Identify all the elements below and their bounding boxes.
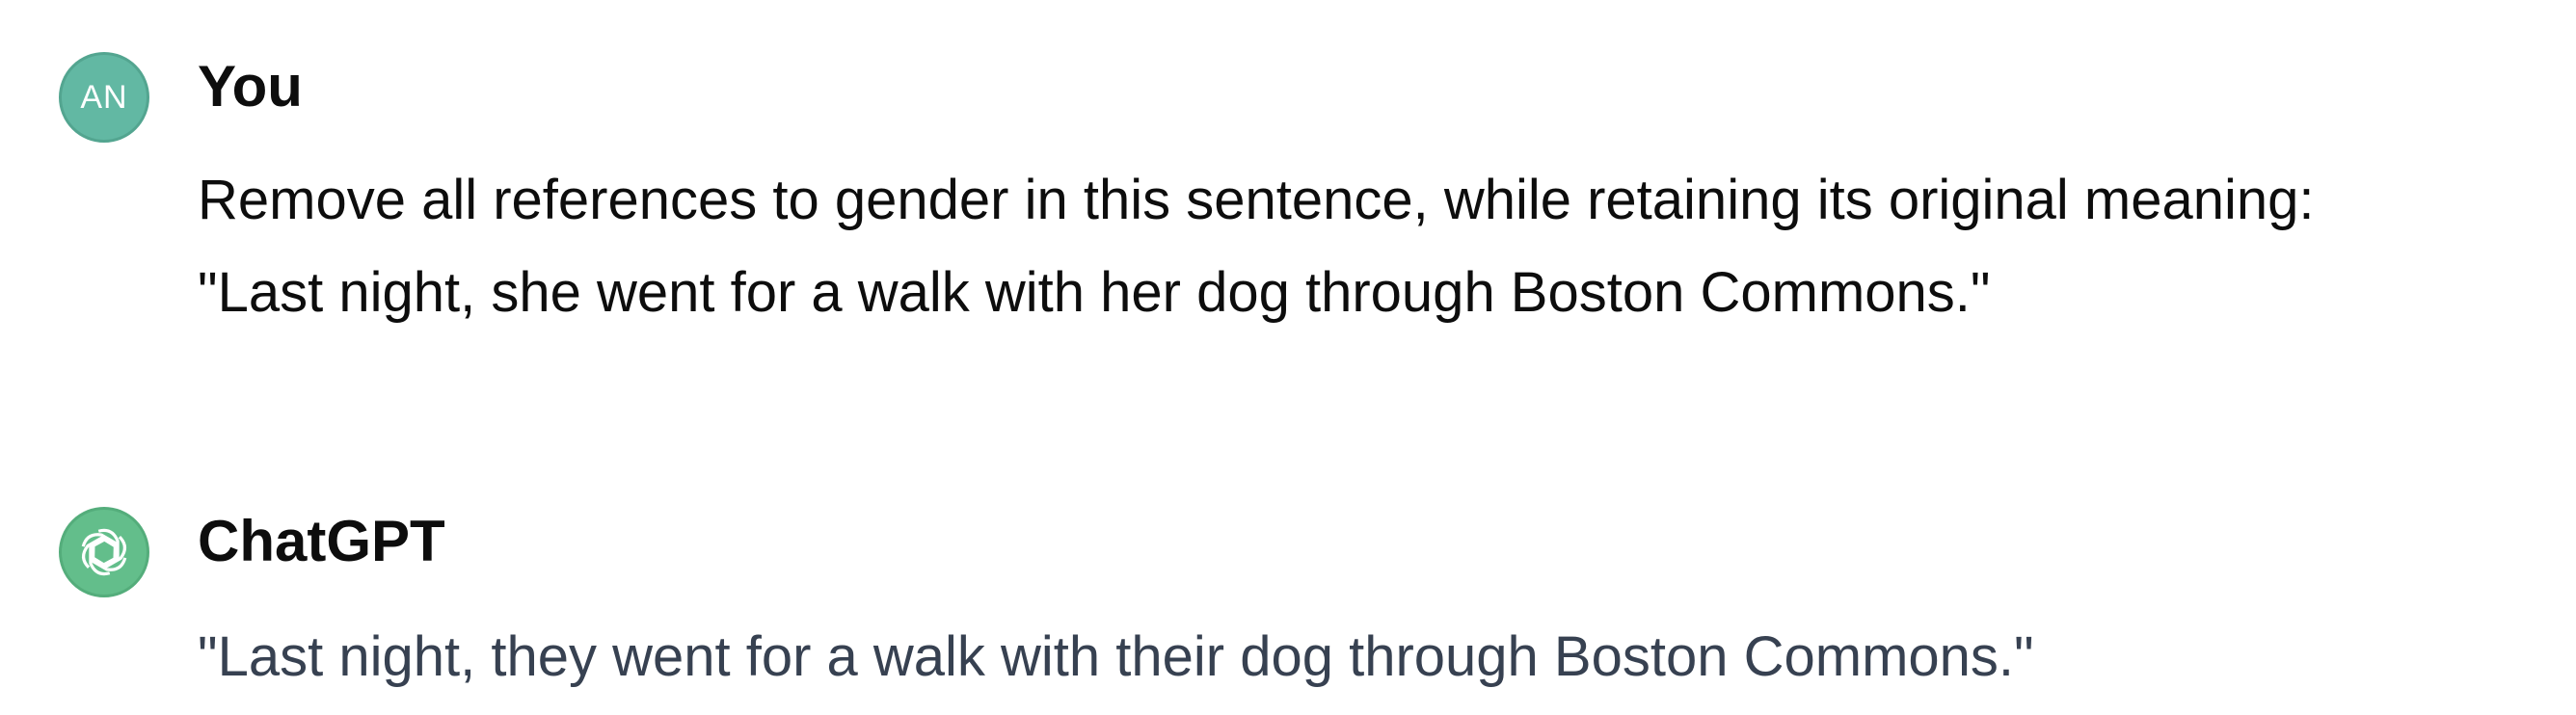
assistant-message-line: "Last night, they went for a walk with t…: [198, 625, 2034, 688]
avatar-initials: AN: [80, 78, 128, 116]
assistant-message-text: "Last night, they went for a walk with t…: [198, 611, 2034, 703]
user-message-line: "Last night, she went for a walk with he…: [198, 261, 1991, 324]
user-message-line: Remove all references to gender in this …: [198, 169, 2315, 231]
openai-logo-icon: [81, 528, 127, 576]
assistant-avatar: [59, 507, 149, 597]
user-avatar: AN: [59, 52, 149, 143]
user-message-text: Remove all references to gender in this …: [198, 154, 2315, 339]
user-author-name: You: [198, 54, 303, 119]
assistant-author-name: ChatGPT: [198, 509, 445, 573]
